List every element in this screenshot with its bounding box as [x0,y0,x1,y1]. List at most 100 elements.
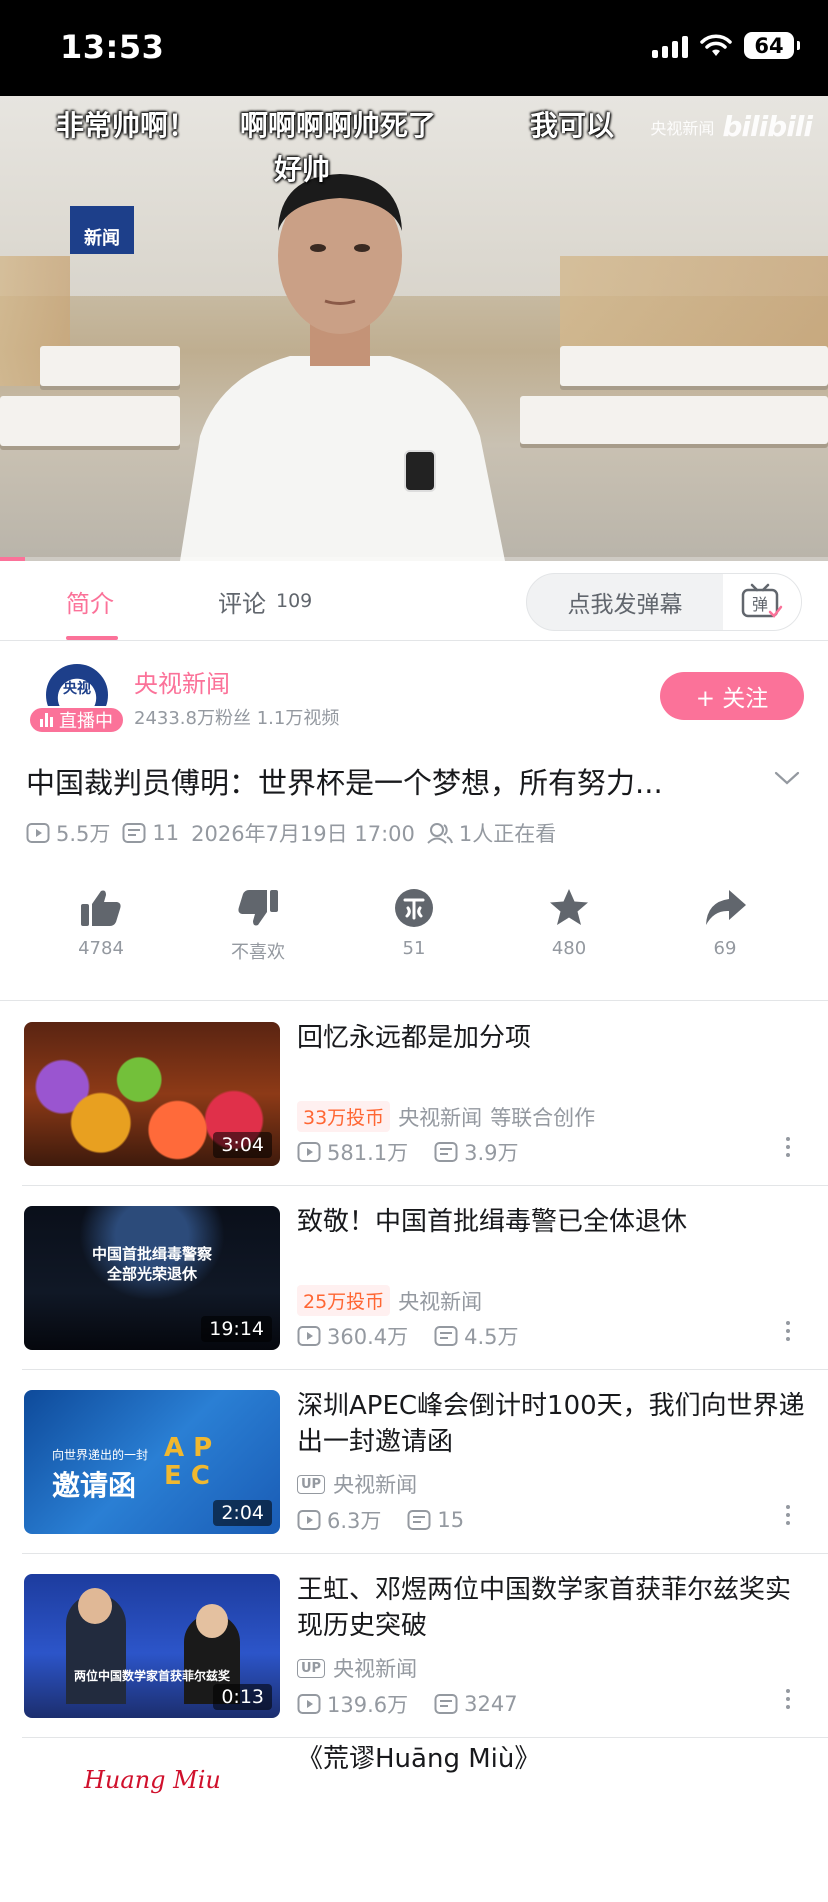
related-video-title[interactable]: 王虹、邓煜两位中国数学家首获菲尔兹奖实现历史突破 [297,1572,807,1644]
danmaku-comment: 好帅 [274,153,331,186]
share-button[interactable]: 69 [665,888,785,959]
svg-text:弹: 弹 [752,595,768,614]
play-count-icon [297,1510,321,1530]
related-video-title[interactable]: 致敬！中国首批缉毒警已全体退休 [297,1204,807,1240]
follow-button[interactable]: + 关注 [660,672,804,720]
related-video-owner: UP 央视新闻 [297,1653,417,1683]
bilibili-logo: bilibili [722,110,813,143]
favorite-button[interactable]: 480 [509,888,629,959]
video-thumbnail[interactable]: Huang Miu [24,1758,280,1902]
video-thumbnail[interactable]: 中国首批缉毒警察 全部光荣退休 19:14 [24,1206,280,1350]
thumbs-down-icon [238,890,278,926]
related-video-item[interactable]: 3:04 回忆永远都是加分项 33万投币 央视新闻 等联合创作 581.1万 3… [0,1001,828,1183]
wifi-icon [700,34,732,56]
watching-count: 1人正在看 [458,822,557,846]
play-count-icon [297,1142,321,1162]
cctv-news-logo: 新闻 [70,206,134,254]
coin-icon [395,889,433,927]
star-icon [550,889,588,925]
more-options-icon[interactable] [786,1505,790,1529]
dislike-label: 不喜欢 [231,942,285,963]
up-tag: UP [297,1474,326,1494]
related-video-title[interactable]: 《荒谬Huāng Miù》 [297,1741,807,1777]
coin-tag: 33万投币 [297,1101,391,1132]
related-video-stats: 581.1万 3.9万 [297,1137,519,1167]
related-video-owner: UP 央视新闻 [297,1469,417,1499]
thumbnail-caption: 中国首批缉毒警察 全部光荣退休 [91,1245,212,1283]
coin-count: 51 [402,938,426,959]
thumbnail-caption: 两位中国数学家首获菲尔兹奖 [73,1669,230,1683]
status-time: 13:53 [60,28,165,66]
uploader-stats: 2433.8万粉丝 1.1万视频 [134,708,340,729]
coin-button[interactable]: 51 [354,888,474,959]
action-bar: 4784 不喜欢 51 480 69 [0,888,828,998]
share-count: 69 [713,938,737,959]
detail-tabs: 简介 评论 109 点我发弹幕 弹 [0,561,828,641]
related-video-item[interactable]: Huang Miu 《荒谬Huāng Miù》 [0,1737,828,1902]
like-button[interactable]: 4784 [41,888,161,959]
share-icon [706,890,746,925]
danmaku-count-icon [122,823,146,843]
related-video-stats: 360.4万 4.5万 [297,1321,519,1351]
video-duration: 19:14 [201,1316,272,1342]
video-player[interactable]: 新闻 非常帅啊！ 啊啊啊啊帅死了 我可以 好帅 央视新闻 bilibili [0,96,828,561]
danmaku-count: 11 [152,821,180,845]
related-video-title[interactable]: 回忆永远都是加分项 [297,1020,807,1056]
related-video-item[interactable]: 中国首批缉毒警察 全部光荣退休 19:14 致敬！中国首批缉毒警已全体退休 25… [0,1185,828,1367]
related-video-item[interactable]: 向世界递出的一封 邀请函 A P E C 2:04 深圳APEC峰会倒计时100… [0,1369,828,1551]
thumbnail-caption: 向世界递出的一封 [52,1448,149,1462]
danmaku-comment: 非常帅啊！ [56,109,197,142]
video-watermark: 央视新闻 bilibili [650,110,813,143]
active-tab-indicator [66,636,118,640]
status-bar: 13:53 64 [0,0,828,96]
related-video-owner: 25万投币 央视新闻 [297,1285,482,1316]
related-video-owner: 33万投币 央视新闻 等联合创作 [297,1101,595,1132]
play-count-icon [297,1694,321,1714]
lapel-mic [404,450,436,492]
play-count-icon [297,1326,321,1346]
danmaku-count-icon [434,1326,458,1346]
video-thumbnail[interactable]: 向世界递出的一封 邀请函 A P E C 2:04 [24,1390,280,1534]
tab-intro[interactable]: 简介 [66,561,114,641]
comments-count: 109 [276,590,313,612]
dislike-button[interactable]: 不喜欢 [198,888,318,964]
uploader-name[interactable]: 央视新闻 [134,664,230,699]
more-options-icon[interactable] [786,1321,790,1345]
favorite-count: 480 [551,938,587,959]
live-bars-icon [40,713,53,727]
thumbs-up-icon [81,890,121,926]
related-video-item[interactable]: 两位中国数学家首获菲尔兹奖 0:13 王虹、邓煜两位中国数学家首获菲尔兹奖实现历… [0,1553,828,1735]
publish-date: 2026年7月19日 17:00 [191,822,415,846]
thumbnail-caption: Huang Miu [84,1766,221,1794]
viewers-icon [427,823,453,844]
danmaku-input-placeholder: 点我发弹幕 [567,592,683,618]
thumbnail-caption: 邀请函 [52,1469,137,1502]
live-badge[interactable]: 直播中 [28,706,125,734]
video-thumbnail[interactable]: 3:04 [24,1022,280,1166]
video-duration: 2:04 [213,1500,272,1526]
video-thumbnail[interactable]: 两位中国数学家首获菲尔兹奖 0:13 [24,1574,280,1718]
danmaku-count-icon [434,1694,458,1714]
video-meta: 5.5万 11 2026年7月19日 17:00 1人正在看 [26,818,556,848]
danmaku-count-icon [407,1510,431,1530]
tab-comments[interactable]: 评论 109 [218,561,312,641]
video-duration: 3:04 [213,1132,272,1158]
video-title[interactable]: 中国裁判员傅明：世界杯是一个梦想，所有努力... [26,760,736,802]
coin-tag: 25万投币 [297,1285,391,1316]
danmaku-toggle-button[interactable]: 弹 [723,574,801,630]
chevron-down-icon[interactable] [774,770,800,786]
cellular-signal-icon [652,34,688,58]
danmaku-input[interactable]: 点我发弹幕 弹 [526,573,802,631]
danmaku-tv-icon: 弹 [741,583,783,618]
battery-indicator: 64 [744,32,800,59]
more-options-icon[interactable] [786,1137,790,1161]
danmaku-comment: 啊啊啊啊帅死了 [240,109,437,142]
play-count-icon [26,823,50,843]
video-duration: 0:13 [213,1684,272,1710]
related-video-title[interactable]: 深圳APEC峰会倒计时100天，我们向世界递出一封邀请函 [297,1388,807,1460]
interviewee-figure [180,174,505,561]
status-icons: 64 [652,32,800,59]
like-count: 4784 [78,938,124,959]
more-options-icon[interactable] [786,1689,790,1713]
related-video-stats: 6.3万 15 [297,1505,464,1535]
